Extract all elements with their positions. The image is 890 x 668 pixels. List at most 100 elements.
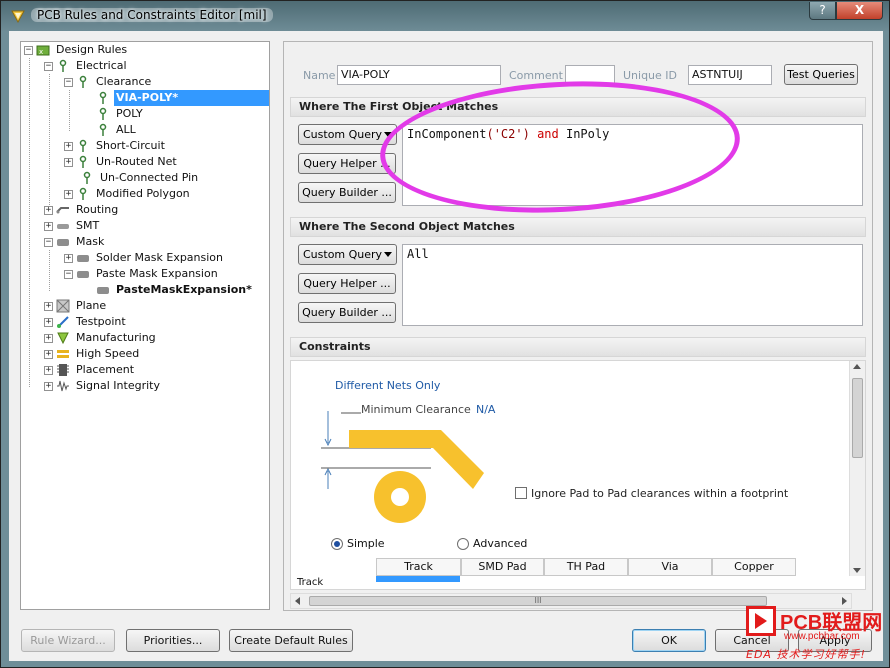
expand-icon[interactable]: + — [44, 205, 53, 215]
tree-node-electrical[interactable]: − Electrical — [44, 58, 129, 74]
test-queries-button[interactable]: Test Queries — [784, 64, 858, 85]
tree-node-paste-mask[interactable]: − Paste Mask Expansion — [64, 266, 220, 282]
scroll-right-icon[interactable] — [842, 597, 847, 605]
expand-icon[interactable]: + — [44, 365, 53, 375]
tree-guide — [29, 58, 30, 387]
collapse-icon[interactable]: − — [64, 77, 73, 87]
grid-col-th-pad[interactable]: TH Pad — [544, 558, 628, 576]
collapse-icon[interactable]: − — [64, 269, 73, 279]
scroll-left-icon[interactable] — [295, 597, 300, 605]
expand-icon[interactable]: + — [44, 301, 53, 311]
scroll-up-icon[interactable] — [853, 364, 861, 369]
first-query-type-combo[interactable]: Custom Query — [298, 124, 397, 145]
rule-icon — [79, 75, 87, 88]
grid-col-via[interactable]: Via — [628, 558, 712, 576]
tree-guide — [69, 90, 70, 131]
tree-label: Plane — [76, 299, 107, 312]
tree-node-smt[interactable]: + SMT — [44, 218, 101, 234]
title-bar[interactable]: PCB Rules and Constraints Editor [mil] ?… — [1, 1, 889, 31]
expand-icon[interactable]: + — [64, 253, 73, 263]
tree-node-short-circuit[interactable]: + Short-Circuit — [64, 138, 167, 154]
grid-selected-cell[interactable] — [376, 576, 460, 582]
tree-node-unrouted-net[interactable]: + Un-Routed Net — [64, 154, 179, 170]
expand-icon[interactable]: + — [44, 317, 53, 327]
create-default-rules-button[interactable]: Create Default Rules — [229, 629, 353, 652]
tree-node-routing[interactable]: + Routing — [44, 202, 120, 218]
tree-node-testpoint[interactable]: + Testpoint — [44, 314, 128, 330]
rule-icon — [83, 171, 91, 184]
collapse-icon[interactable]: − — [24, 45, 33, 55]
simple-radio[interactable] — [331, 538, 343, 550]
rule-name-field[interactable]: VIA-POLY — [337, 65, 501, 85]
rule-icon — [99, 91, 107, 104]
collapse-icon[interactable]: − — [44, 61, 53, 71]
first-query-builder-button[interactable]: Query Builder ... — [298, 182, 396, 203]
tree-node-design-rules[interactable]: − x Design Rules — [24, 42, 129, 58]
rule-icon — [99, 107, 107, 120]
horizontal-scroll-thumb[interactable]: III — [309, 596, 767, 606]
rule-icon — [99, 123, 107, 136]
tree-node-signal-integrity[interactable]: + Signal Integrity — [44, 378, 162, 394]
collapse-icon[interactable]: − — [44, 237, 53, 247]
second-query-helper-button[interactable]: Query Helper ... — [298, 273, 396, 294]
priorities-button[interactable]: Priorities... — [126, 629, 220, 652]
expand-icon[interactable]: + — [64, 189, 73, 199]
scroll-thumb[interactable] — [852, 378, 863, 458]
ignore-pad-checkbox[interactable] — [515, 487, 527, 499]
tree-node-poly[interactable]: POLY — [96, 106, 145, 122]
expand-icon[interactable]: + — [64, 157, 73, 167]
ignore-pad-label: Ignore Pad to Pad clearances within a fo… — [531, 487, 789, 500]
unique-id-field[interactable]: ASTNTUIJ — [688, 65, 772, 85]
rule-wizard-button[interactable]: Rule Wizard... — [21, 629, 115, 652]
tree-node-clearance[interactable]: − Clearance — [64, 74, 153, 90]
close-button[interactable]: X — [836, 2, 883, 20]
tree-node-paste-mask-rule[interactable]: PasteMaskExpansion* — [96, 282, 254, 298]
tree-label: Placement — [76, 363, 135, 376]
expand-icon[interactable]: + — [44, 381, 53, 391]
second-query-builder-button[interactable]: Query Builder ... — [298, 302, 396, 323]
unique-id-label: Unique ID — [623, 69, 678, 82]
constraints-panel: Different Nets Only Minimum Clearance N/… — [290, 360, 866, 590]
expand-icon[interactable]: + — [44, 221, 53, 231]
tree-node-unconnected-pin[interactable]: Un-Connected Pin — [80, 170, 200, 186]
second-object-header: Where The Second Object Matches — [290, 217, 866, 237]
grid-col-track[interactable]: Track — [376, 558, 461, 576]
first-query-helper-button[interactable]: Query Helper ... — [298, 153, 396, 174]
scroll-down-icon[interactable] — [853, 568, 861, 573]
second-query-type-combo[interactable]: Custom Query — [298, 244, 397, 265]
tree-node-modified-polygon[interactable]: + Modified Polygon — [64, 186, 192, 202]
rule-category-icon — [59, 59, 67, 72]
tree-node-placement[interactable]: + Placement — [44, 362, 136, 378]
second-query-editor[interactable]: All — [402, 244, 863, 326]
testpoint-icon — [57, 316, 69, 328]
tree-label: Solder Mask Expansion — [96, 251, 224, 264]
expand-icon[interactable]: + — [44, 349, 53, 359]
tree-node-mask[interactable]: − Mask — [44, 234, 106, 250]
dropdown-arrow-icon — [384, 132, 392, 137]
query-function: InComponent — [407, 127, 487, 141]
grid-col-copper[interactable]: Copper — [712, 558, 796, 576]
comment-field[interactable] — [565, 65, 615, 85]
app-icon — [11, 10, 25, 24]
tree-node-solder-mask[interactable]: + Solder Mask Expansion — [64, 250, 225, 266]
tree-guide — [49, 250, 50, 291]
tree-node-high-speed[interactable]: + High Speed — [44, 346, 141, 362]
expand-icon[interactable]: + — [64, 141, 73, 151]
help-button[interactable]: ? — [809, 2, 836, 20]
query-operator: and — [529, 127, 566, 141]
query-function: InPoly — [565, 127, 610, 141]
rules-tree[interactable]: − x Design Rules − Electrical − Clearanc… — [20, 41, 270, 610]
tree-node-via-poly[interactable]: VIA-POLY* — [96, 90, 269, 106]
tree-node-all[interactable]: ALL — [96, 122, 138, 138]
tree-node-plane[interactable]: + Plane — [44, 298, 108, 314]
mask-rule-icon — [77, 255, 89, 262]
query-argument: ('C2') — [486, 127, 530, 141]
ok-button[interactable]: OK — [632, 629, 706, 652]
signal-integrity-icon — [57, 380, 69, 392]
constraints-vertical-scrollbar[interactable] — [849, 361, 865, 576]
advanced-radio[interactable] — [457, 538, 469, 550]
expand-icon[interactable]: + — [44, 333, 53, 343]
tree-node-manufacturing[interactable]: + Manufacturing — [44, 330, 158, 346]
grid-col-smd-pad[interactable]: SMD Pad — [461, 558, 544, 576]
first-query-editor[interactable]: InComponent('C2') and InPoly — [402, 124, 863, 206]
